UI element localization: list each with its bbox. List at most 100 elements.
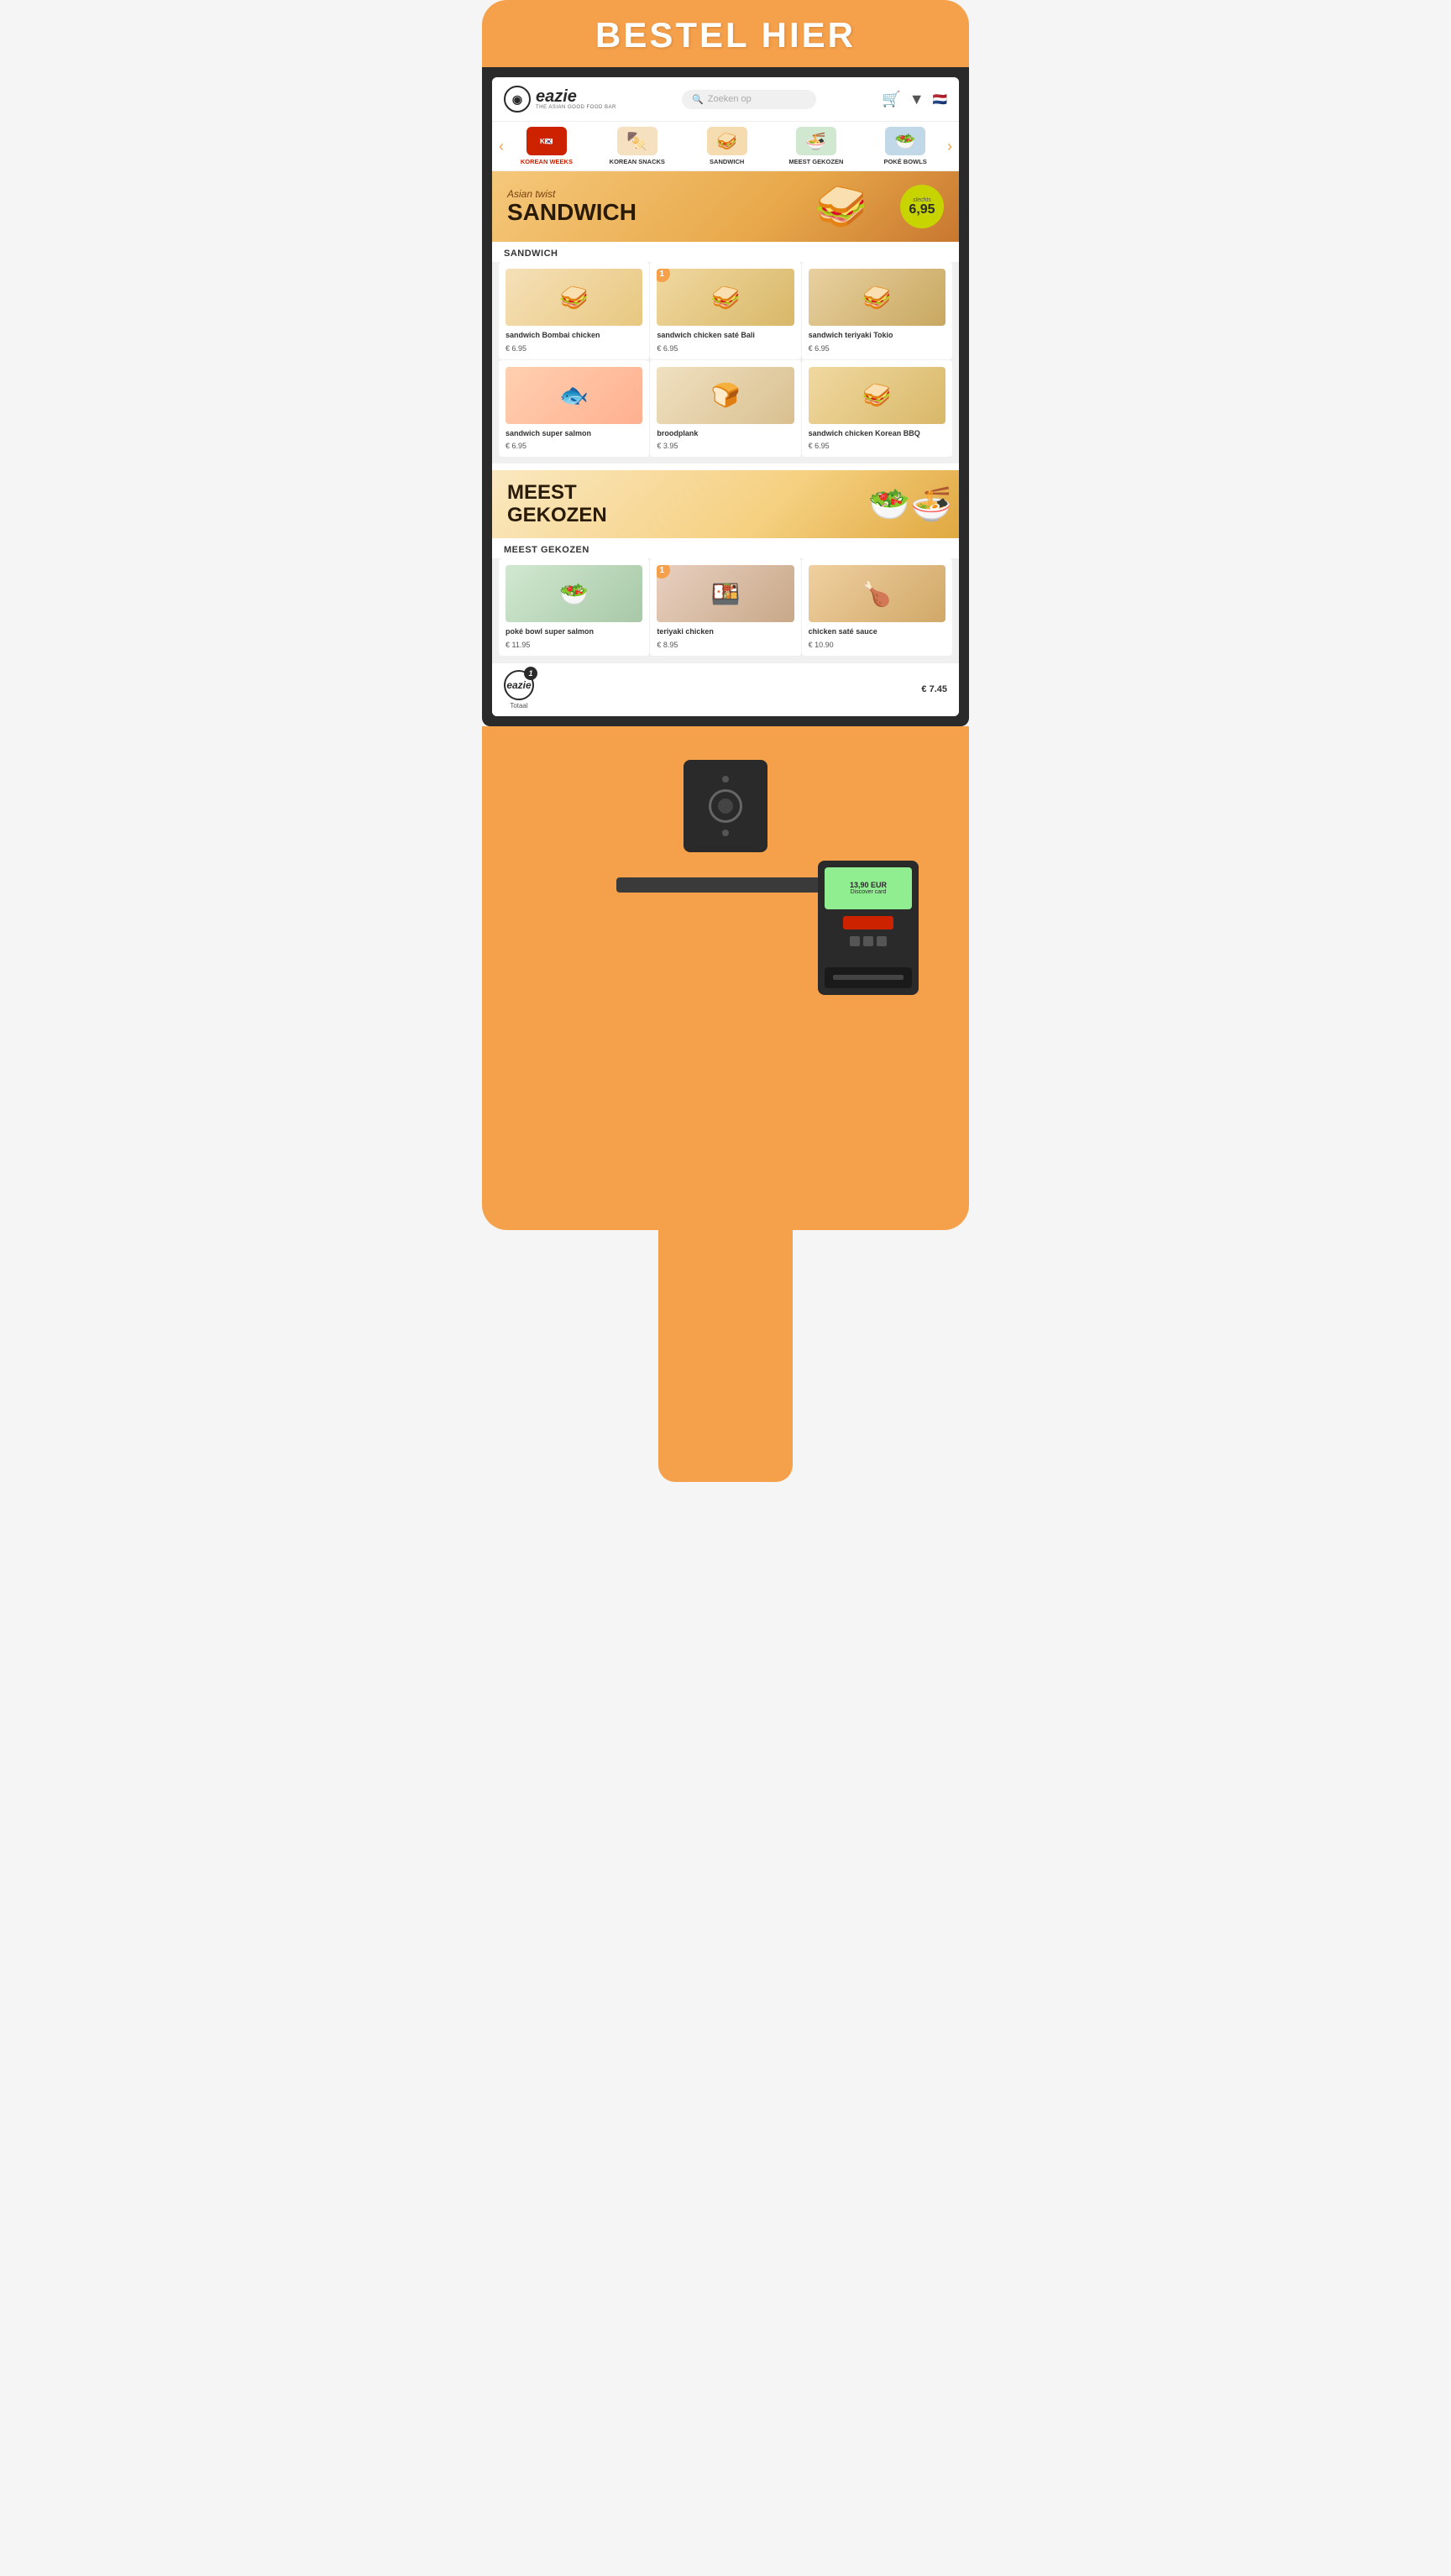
cat-label-poke-bowls: POKé BOWLS — [883, 158, 926, 165]
product-price-sandwich-sate: € 6.95 — [657, 344, 794, 353]
cat-label-meest-gekozen: MEEST GEKOZEN — [788, 158, 843, 165]
logo-icon: ◉ — [504, 86, 531, 113]
terminal-screen: 13,90 EUR Discover card — [825, 867, 912, 909]
product-card-chicken-sate[interactable]: 🍗 chicken saté sauce € 10.90 — [802, 558, 952, 656]
product-price-broodplank: € 3.95 — [657, 442, 794, 450]
product-price-teriyaki-chicken: € 8.95 — [657, 641, 794, 649]
cat-item-poke-bowls[interactable]: 🥗 POKé BOWLS — [880, 127, 930, 165]
hero-banner: Asian twist SANDWICH 🥪 Slechts 6,95 — [492, 171, 959, 242]
meest-food-images: 🥗 🍜 — [868, 470, 959, 538]
product-price-sandwich-salmon: € 6.95 — [505, 442, 642, 450]
product-card-teriyaki-chicken[interactable]: 1 🍱 teriyaki chicken € 8.95 — [650, 558, 800, 656]
kiosk-body: 13,90 EUR Discover card — [482, 726, 969, 1230]
product-price-sandwich-korean-bbq: € 6.95 — [809, 442, 946, 450]
hero-text: Asian twist SANDWICH — [507, 188, 636, 226]
product-name-sandwich-sate: sandwich chicken saté Bali — [657, 331, 794, 341]
logo-text-main: eazie — [536, 88, 616, 105]
product-name-broodplank: broodplank — [657, 429, 794, 439]
payment-terminal: 13,90 EUR Discover card — [818, 861, 919, 995]
product-image-sandwich-salmon: 🐟 — [505, 367, 642, 424]
hero-price-badge: Slechts 6,95 — [900, 185, 944, 228]
nav-left-arrow[interactable]: ‹ — [499, 138, 504, 155]
terminal-label: Discover card — [851, 889, 887, 895]
product-price-poke-super-salmon: € 11.95 — [505, 641, 642, 649]
screen: ◉ eazie THE ASIAN GOOD FOOD BAR 🔍 Zoeken… — [492, 77, 959, 716]
card-reader-ring — [709, 789, 742, 823]
hero-subtitle: Asian twist — [507, 188, 636, 200]
product-card-poke-super-salmon[interactable]: 🥗 poké bowl super salmon € 11.95 — [499, 558, 649, 656]
product-card-sandwich-korean-bbq[interactable]: 🥪 sandwich chicken Korean BBQ € 6.95 — [802, 360, 952, 458]
terminal-card-slot — [825, 967, 912, 988]
nav-right-arrow[interactable]: › — [947, 138, 952, 155]
meest-gekozen-title: MEESTGEKOZEN — [507, 482, 607, 526]
product-image-poke-super-salmon: 🥗 — [505, 565, 642, 622]
product-name-teriyaki-chicken: teriyaki chicken — [657, 627, 794, 637]
product-card-sandwich-salmon[interactable]: 🐟 sandwich super salmon € 6.95 — [499, 360, 649, 458]
terminal-icons — [850, 936, 887, 946]
language-flag[interactable]: 🇳🇱 — [933, 92, 947, 107]
card-reader-led — [722, 776, 729, 783]
cat-item-korean-weeks[interactable]: K🇰🇷 KOREAN WEEKS — [521, 127, 573, 165]
product-name-sandwich-bombai: sandwich Bombai chicken — [505, 331, 642, 341]
product-image-sandwich-teriyaki: 🥪 — [809, 269, 946, 326]
product-image-sandwich-bombai: 🥪 — [505, 269, 642, 326]
terminal-card-line — [833, 975, 903, 980]
hero-price-num: 6,95 — [909, 203, 935, 217]
card-reader-center-dot — [718, 798, 733, 814]
product-image-teriyaki-chicken: 1 🍱 — [657, 565, 794, 622]
card-reader-led-2 — [722, 830, 729, 836]
product-image-broodplank: 🍞 — [657, 367, 794, 424]
cat-item-sandwich[interactable]: 🥪 SANDWICH — [702, 127, 752, 165]
product-card-broodplank[interactable]: 🍞 broodplank € 3.95 — [650, 360, 800, 458]
kiosk-wrapper: BESTEL HIER ◉ eazie THE ASIAN GOOD FOOD … — [457, 0, 994, 1482]
cart-logo-text: eazie — [506, 679, 531, 691]
terminal-icon-1 — [850, 936, 860, 946]
header-icons: 🛒 ▼ 🇳🇱 — [882, 91, 947, 108]
product-image-sandwich-sate: 1 🥪 — [657, 269, 794, 326]
product-name-chicken-sate: chicken saté sauce — [809, 627, 946, 637]
screen-surround: ◉ eazie THE ASIAN GOOD FOOD BAR 🔍 Zoeken… — [482, 67, 969, 726]
logo-text-sub: THE ASIAN GOOD FOOD BAR — [536, 105, 616, 110]
sandwich-product-grid: 🥪 sandwich Bombai chicken € 6.95 1 🥪 san… — [492, 262, 959, 463]
product-price-sandwich-bombai: € 6.95 — [505, 344, 642, 353]
cat-label-korean-snacks: KOREAN SNACKS — [610, 158, 665, 165]
product-name-sandwich-korean-bbq: sandwich chicken Korean BBQ — [809, 429, 946, 439]
sandwich-section-header: SANDWICH — [492, 242, 959, 262]
product-card-sandwich-sate[interactable]: 1 🥪 sandwich chicken saté Bali € 6.95 — [650, 262, 800, 359]
cart-bar[interactable]: eazie 1 Totaal € 7.45 — [492, 662, 959, 716]
hero-title: SANDWICH — [507, 200, 636, 226]
cat-item-meest-gekozen[interactable]: 🍜 MEEST GEKOZEN — [788, 127, 843, 165]
product-name-sandwich-teriyaki: sandwich teriyaki Tokio — [809, 331, 946, 341]
product-price-chicken-sate: € 10.90 — [809, 641, 946, 649]
product-card-sandwich-teriyaki[interactable]: 🥪 sandwich teriyaki Tokio € 6.95 — [802, 262, 952, 359]
kiosk-top-header: BESTEL HIER — [482, 0, 969, 67]
filter-icon[interactable]: ▼ — [909, 91, 925, 108]
terminal-icon-2 — [863, 936, 873, 946]
hero-food-image: 🥪 — [774, 171, 909, 242]
product-price-sandwich-teriyaki: € 6.95 — [809, 344, 946, 353]
cart-item-badge: 1 — [524, 667, 537, 680]
search-bar[interactable]: 🔍 Zoeken op — [682, 90, 816, 109]
terminal-icon-3 — [877, 936, 887, 946]
cat-item-korean-snacks[interactable]: 🍢 KOREAN SNACKS — [610, 127, 665, 165]
cat-label-sandwich: SANDWICH — [710, 158, 744, 165]
product-image-sandwich-korean-bbq: 🥪 — [809, 367, 946, 424]
cart-total: € 7.45 — [921, 684, 947, 694]
product-image-chicken-sate: 🍗 — [809, 565, 946, 622]
meest-gekozen-section-header: MEEST GEKOZEN — [492, 538, 959, 558]
meest-gekozen-product-grid: 🥗 poké bowl super salmon € 11.95 1 🍱 ter… — [492, 558, 959, 662]
cart-icon[interactable]: 🛒 — [882, 91, 900, 108]
kiosk-stand — [658, 1230, 793, 1482]
cat-items: K🇰🇷 KOREAN WEEKS 🍢 KOREAN SNACKS 🥪 SANDW… — [507, 127, 944, 165]
kiosk-title: BESTEL HIER — [482, 15, 969, 55]
meest-gekozen-banner: MEESTGEKOZEN 🥗 🍜 — [492, 470, 959, 538]
cart-label: Totaal — [510, 702, 527, 709]
app-header: ◉ eazie THE ASIAN GOOD FOOD BAR 🔍 Zoeken… — [492, 77, 959, 122]
product-badge-sandwich-sate: 1 — [657, 269, 670, 282]
terminal-cancel-button[interactable] — [843, 916, 893, 929]
cat-label-korean-weeks: KOREAN WEEKS — [521, 158, 573, 165]
logo-area: ◉ eazie THE ASIAN GOOD FOOD BAR — [504, 86, 616, 113]
cart-logo-circle: eazie 1 — [504, 670, 534, 700]
search-icon: 🔍 — [692, 94, 704, 105]
product-card-sandwich-bombai[interactable]: 🥪 sandwich Bombai chicken € 6.95 — [499, 262, 649, 359]
